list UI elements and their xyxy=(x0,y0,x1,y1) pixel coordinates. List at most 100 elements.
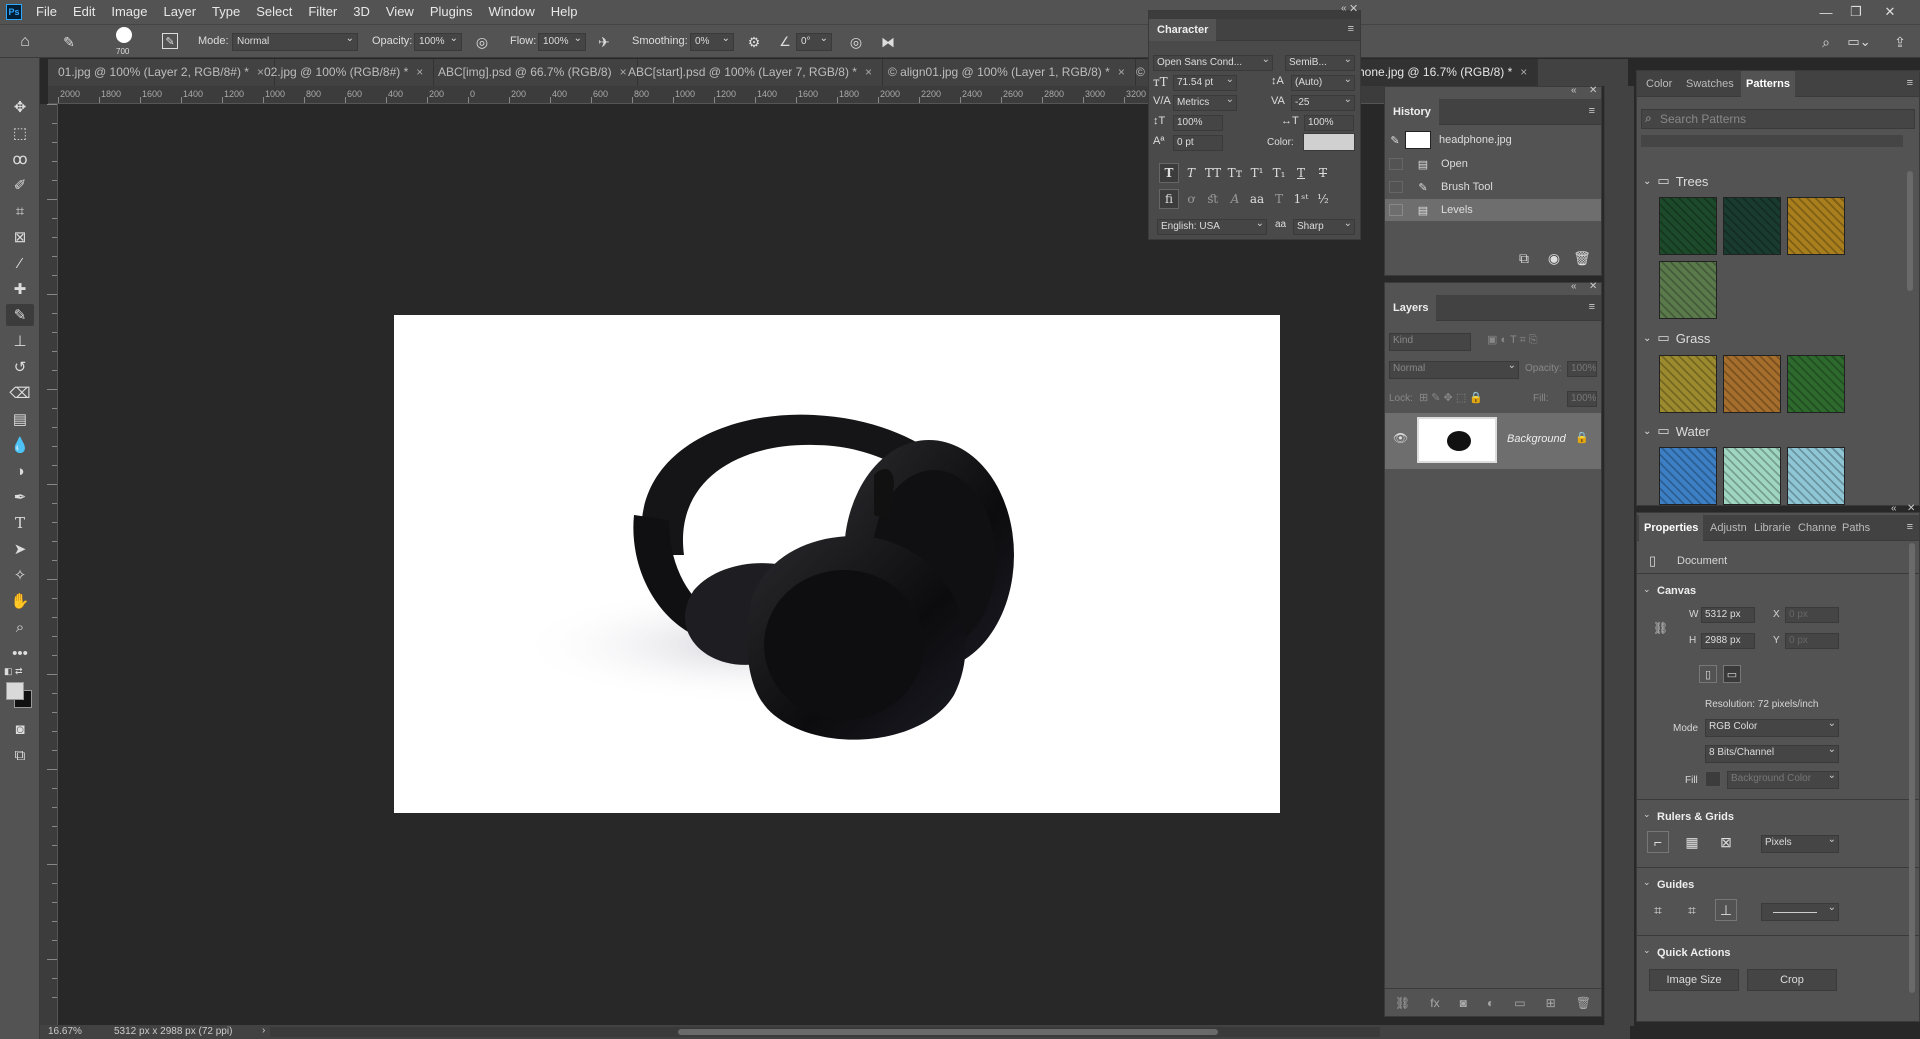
leading-field[interactable]: (Auto) xyxy=(1291,75,1355,91)
units-dropdown[interactable]: Pixels xyxy=(1761,835,1839,853)
share-icon[interactable]: ⇪ xyxy=(1890,33,1910,51)
properties-scrollbar[interactable] xyxy=(1909,543,1915,993)
chevron-down-icon[interactable]: ⌄ xyxy=(1643,176,1651,187)
patterns-scrollbar[interactable] xyxy=(1907,171,1913,291)
menu-image[interactable]: Image xyxy=(103,0,155,24)
grid-icon[interactable]: ▦ xyxy=(1681,831,1703,853)
tab-02-jpg[interactable]: 02.jpg @ 100% (RGB/8#) * × xyxy=(254,59,435,86)
menu-help[interactable]: Help xyxy=(543,0,586,24)
adjustment-icon[interactable]: ◐ xyxy=(1487,996,1494,1010)
layer-name[interactable]: Background xyxy=(1507,433,1566,445)
layer-fill-field[interactable]: 100% xyxy=(1567,391,1597,407)
folder-icon[interactable]: ▭ xyxy=(1514,996,1525,1010)
pattern-group-trees[interactable]: ⌄ ▭ Trees xyxy=(1643,171,1708,191)
height-field[interactable]: 2988 px xyxy=(1701,633,1755,649)
panel-menu-icon[interactable]: ≡ xyxy=(1589,105,1595,117)
pattern-group-water[interactable]: ⌄ ▭ Water xyxy=(1643,421,1710,441)
tab-swatches[interactable]: Swatches xyxy=(1681,71,1739,97)
strikethrough-icon[interactable]: T xyxy=(1313,163,1333,183)
menu-filter[interactable]: Filter xyxy=(300,0,345,24)
pattern-swatch[interactable] xyxy=(1723,355,1781,413)
frame-tool-icon[interactable]: ⊠ xyxy=(6,226,34,248)
gear-icon[interactable]: ⚙ xyxy=(744,33,764,51)
pattern-swatch[interactable] xyxy=(1723,197,1781,255)
tab-abc-start[interactable]: ABC[start].psd @ 100% (Layer 7, RGB/8) *… xyxy=(618,59,883,86)
brush-tool-icon[interactable]: ✎ xyxy=(6,304,34,326)
panel-menu-icon[interactable]: ≡ xyxy=(1907,521,1913,533)
pattern-group-grass[interactable]: ⌄ ▭ Grass xyxy=(1643,328,1710,348)
smoothing-field[interactable]: 0% xyxy=(690,33,734,51)
tab-adjustments[interactable]: Adjustn xyxy=(1705,515,1752,541)
trash-icon[interactable]: 🗑 xyxy=(1576,996,1591,1010)
history-item[interactable]: ✎ Brush Tool xyxy=(1385,176,1601,198)
tab-headphone[interactable]: hone.jpg @ 16.7% (RGB/8) * × xyxy=(1348,59,1539,86)
collapse-icon[interactable]: « xyxy=(1341,3,1347,14)
bit-depth-dropdown[interactable]: 8 Bits/Channel xyxy=(1705,745,1839,763)
ordinals-icon[interactable]: 1ˢᵗ xyxy=(1291,189,1311,209)
crop-tool-icon[interactable]: ⌗ xyxy=(6,200,34,222)
history-item[interactable]: ▤ Open xyxy=(1385,153,1601,175)
close-icon[interactable]: ✕ xyxy=(1589,85,1597,96)
blend-mode-dropdown[interactable]: Normal xyxy=(1389,361,1519,379)
guide-style-dropdown[interactable] xyxy=(1761,903,1839,921)
text-color-swatch[interactable] xyxy=(1303,133,1355,151)
tab-paths[interactable]: Paths xyxy=(1837,515,1875,541)
chevron-down-icon[interactable]: ⌄ xyxy=(1643,809,1651,820)
close-icon[interactable]: × xyxy=(416,65,423,79)
collapse-icon[interactable]: « xyxy=(1891,503,1897,514)
document-image[interactable] xyxy=(394,315,1280,813)
x-field[interactable]: 0 px xyxy=(1785,607,1839,623)
superscript-icon[interactable]: T¹ xyxy=(1247,163,1267,183)
path-select-tool-icon[interactable]: ➤ xyxy=(6,538,34,560)
underline-icon[interactable]: T xyxy=(1291,163,1311,183)
tab-channels[interactable]: Channe xyxy=(1793,515,1842,541)
history-brush-tool-icon[interactable]: ↺ xyxy=(6,356,34,378)
close-icon[interactable]: ✕ xyxy=(1349,2,1358,15)
close-icon[interactable]: × xyxy=(1118,65,1125,79)
chevron-down-icon[interactable]: ⌄ xyxy=(1643,333,1651,344)
tab-properties[interactable]: Properties xyxy=(1639,515,1704,541)
fill-swatch[interactable] xyxy=(1705,771,1721,787)
character-title[interactable]: Character xyxy=(1149,19,1217,41)
tab-align01[interactable]: © align01.jpg @ 100% (Layer 1, RGB/8) * × xyxy=(878,59,1136,86)
guides-icon[interactable]: ⌗ xyxy=(1647,899,1669,921)
restore-icon[interactable]: ❐ xyxy=(1842,0,1870,24)
history-source-box[interactable] xyxy=(1389,158,1403,170)
pattern-swatch[interactable] xyxy=(1723,447,1781,505)
font-family-dropdown[interactable]: Open Sans Cond... xyxy=(1153,55,1273,71)
pattern-swatch[interactable] xyxy=(1659,355,1717,413)
brush-preset-icon[interactable]: ✎ xyxy=(58,32,80,52)
tracking-field[interactable]: -25 xyxy=(1291,95,1355,111)
status-arrow-icon[interactable]: › xyxy=(262,1025,265,1036)
quick-mask-icon[interactable]: ◙ xyxy=(6,718,34,740)
link-icon[interactable]: ⛓ xyxy=(1395,996,1410,1010)
collapse-icon[interactable]: « xyxy=(1571,281,1577,292)
history-source-box[interactable] xyxy=(1389,181,1403,193)
pressure-size-icon[interactable]: ◎ xyxy=(846,33,866,51)
small-caps-icon[interactable]: Tт xyxy=(1225,163,1245,183)
blur-tool-icon[interactable]: 💧 xyxy=(6,434,34,456)
titling-icon[interactable]: aa xyxy=(1247,189,1267,209)
screen-mode-icon[interactable]: ⧉ xyxy=(6,744,34,766)
horizontal-scrollbar[interactable] xyxy=(270,1027,1380,1037)
tab-libraries[interactable]: Librarie xyxy=(1749,515,1796,541)
link-dimensions-icon[interactable]: ⛓ xyxy=(1653,621,1668,635)
pattern-swatch[interactable] xyxy=(1787,447,1845,505)
font-style-dropdown[interactable]: SemiB... xyxy=(1285,55,1355,71)
language-dropdown[interactable]: English: USA xyxy=(1157,219,1267,235)
symmetry-icon[interactable]: ⧓ xyxy=(878,33,898,51)
chevron-down-icon[interactable]: ⌄ xyxy=(1643,877,1651,888)
fx-icon[interactable]: fx xyxy=(1430,996,1439,1010)
type-tool-icon[interactable]: T xyxy=(6,512,34,534)
tab-01-jpg[interactable]: 01.jpg @ 100% (Layer 2, RGB/8#) * × xyxy=(48,59,275,86)
ligatures-icon[interactable]: ﬁ xyxy=(1159,189,1179,209)
new-layer-icon[interactable]: ⊞ xyxy=(1546,996,1556,1010)
layer-opacity-field[interactable]: 100% xyxy=(1567,361,1597,377)
airbrush-icon[interactable]: ✈ xyxy=(594,33,614,51)
menu-layer[interactable]: Layer xyxy=(156,0,205,24)
menu-3d[interactable]: 3D xyxy=(345,0,378,24)
close-icon[interactable]: ✕ xyxy=(1876,0,1904,24)
stylistic-icon[interactable]: A xyxy=(1225,189,1245,209)
menu-file[interactable]: File xyxy=(28,0,65,24)
scrollbar-thumb[interactable] xyxy=(678,1029,1218,1035)
